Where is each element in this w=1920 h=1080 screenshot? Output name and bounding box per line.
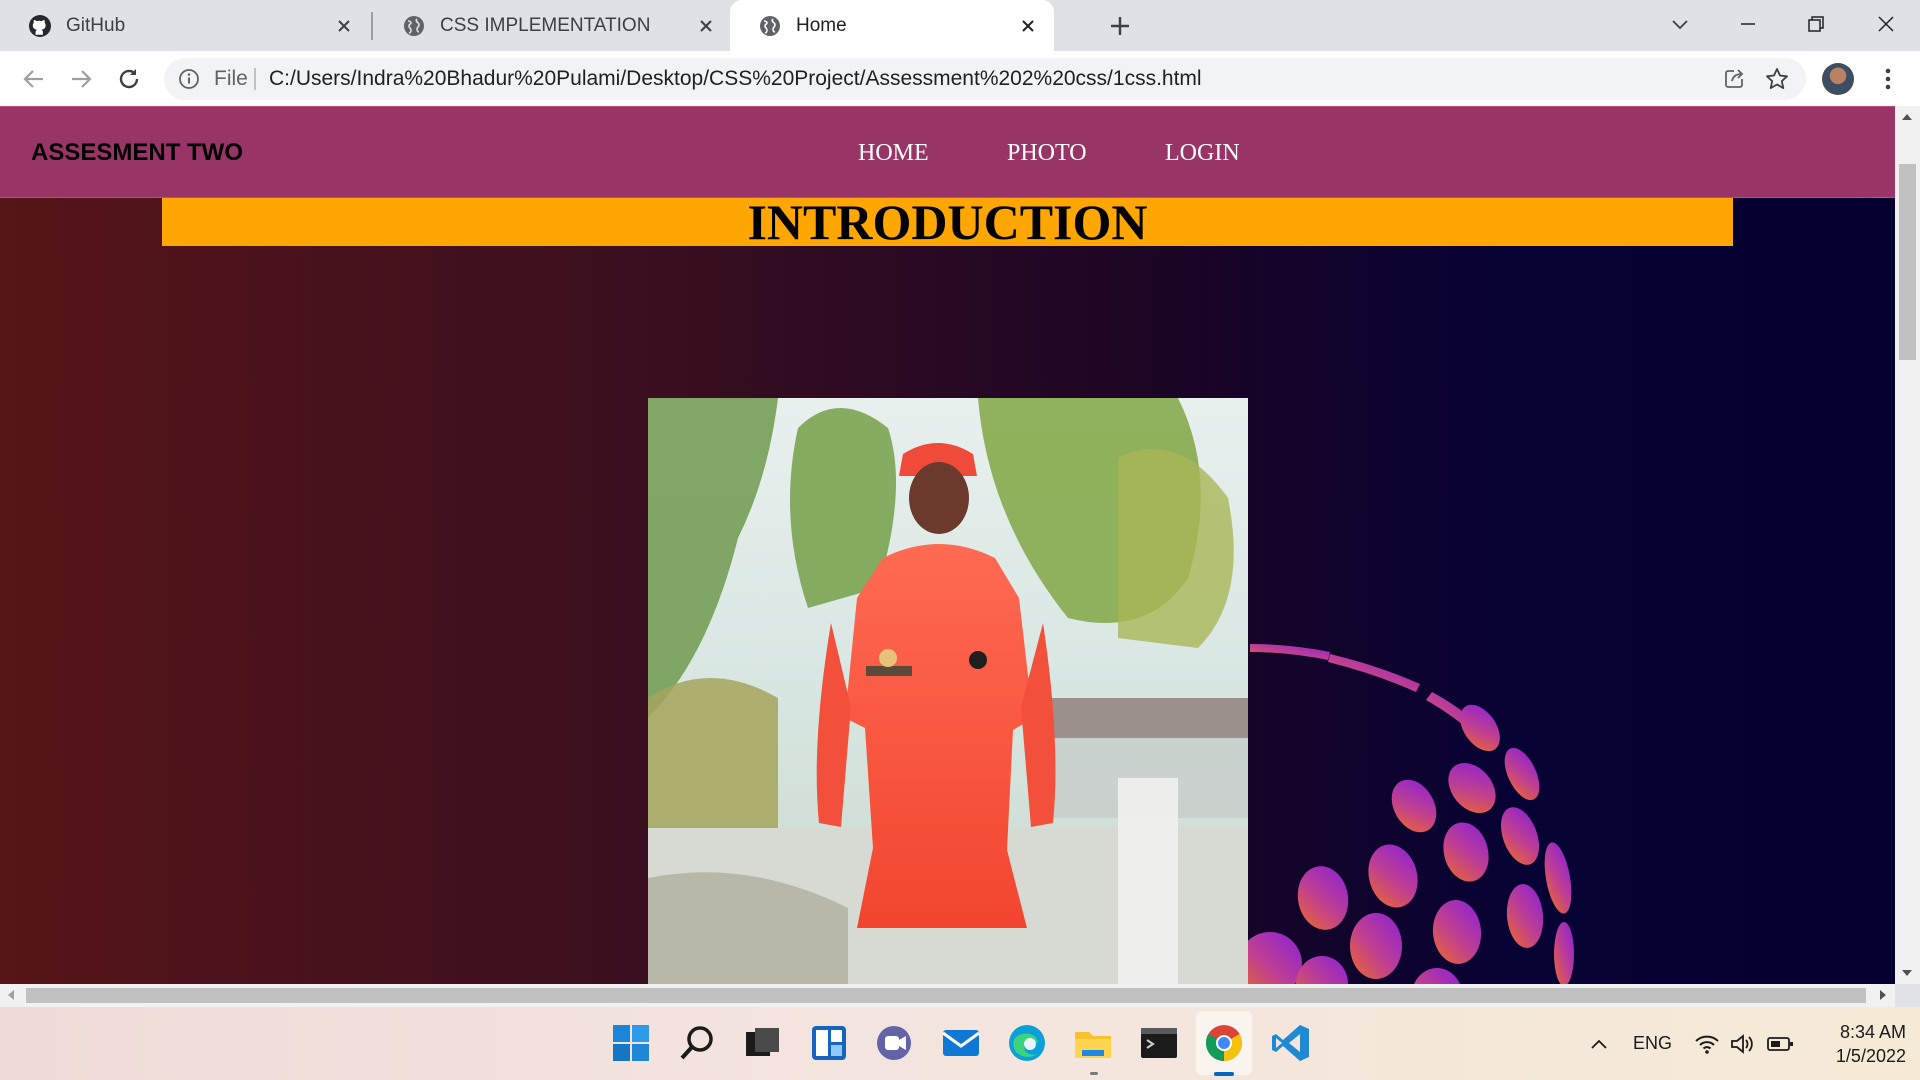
tab-search-chevron-icon[interactable] <box>1668 12 1692 36</box>
language-indicator[interactable]: ENG <box>1633 1007 1672 1080</box>
mail-icon[interactable] <box>940 1022 982 1064</box>
vscode-icon[interactable] <box>1270 1022 1312 1064</box>
terminal-icon[interactable] <box>1138 1022 1180 1064</box>
tab-title: CSS IMPLEMENTATION <box>440 15 651 36</box>
tab-title: Home <box>796 15 847 36</box>
restore-icon[interactable] <box>1804 12 1828 36</box>
address-scheme-label: File <box>214 67 248 90</box>
search-icon[interactable] <box>676 1022 718 1064</box>
teams-chat-icon[interactable] <box>873 1022 915 1064</box>
site-navbar: ASSESMENT TWO HOME PHOTO LOGIN <box>0 106 1895 198</box>
nav-link-photo[interactable]: PHOTO <box>1007 107 1087 199</box>
profile-photo <box>648 398 1248 984</box>
site-info-icon[interactable] <box>178 68 200 90</box>
battery-icon[interactable] <box>1766 1032 1794 1056</box>
new-tab-plus-icon[interactable] <box>1106 12 1134 40</box>
volume-icon[interactable] <box>1729 1032 1755 1056</box>
horizontal-scroll-thumb[interactable] <box>26 988 1866 1003</box>
scroll-down-arrow-icon[interactable] <box>1902 970 1912 976</box>
tab-css-implementation[interactable]: CSS IMPLEMENTATION <box>374 0 732 51</box>
chrome-icon[interactable] <box>1203 1022 1245 1064</box>
running-indicator <box>1090 1072 1098 1075</box>
edge-icon[interactable] <box>1006 1022 1048 1064</box>
globe-icon <box>402 14 426 38</box>
back-arrow-icon[interactable] <box>20 65 48 93</box>
file-explorer-icon[interactable] <box>1072 1022 1114 1064</box>
close-tab-icon[interactable] <box>334 16 354 36</box>
address-divider <box>254 68 256 90</box>
clock-date: 1/5/2022 <box>1835 1046 1906 1066</box>
minimize-icon[interactable] <box>1736 12 1760 36</box>
chevron-up-icon[interactable] <box>1588 1033 1610 1055</box>
introduction-banner: INTRODUCTION <box>162 194 1733 250</box>
page-viewport: ASSESMENT TWO HOME PHOTO LOGIN INTRODUCT… <box>0 106 1895 984</box>
scroll-right-arrow-icon[interactable] <box>1880 990 1886 1000</box>
reload-icon[interactable] <box>115 65 143 93</box>
tab-home[interactable]: Home <box>730 0 1054 51</box>
clock-time: 8:34 AM <box>1839 1022 1906 1042</box>
wifi-icon[interactable] <box>1694 1032 1720 1056</box>
windows-taskbar: ENG 8:34 AM 1/5/2022 <box>0 1007 1920 1080</box>
vertical-scrollbar[interactable] <box>1895 106 1920 984</box>
more-menu-icon[interactable] <box>1876 65 1900 93</box>
widgets-icon[interactable] <box>808 1022 850 1064</box>
nav-link-home[interactable]: HOME <box>858 107 929 199</box>
close-tab-icon[interactable] <box>696 16 716 36</box>
url-text[interactable]: C:/Users/Indra%20Bhadur%20Pulami/Desktop… <box>269 58 1202 100</box>
site-brand[interactable]: ASSESMENT TWO <box>31 107 243 199</box>
nav-link-login[interactable]: LOGIN <box>1165 107 1240 199</box>
vertical-scroll-thumb[interactable] <box>1899 164 1916 360</box>
globe-icon <box>758 14 782 38</box>
bookmark-star-icon[interactable] <box>1764 66 1790 92</box>
windows-start-icon[interactable] <box>610 1022 652 1064</box>
clock[interactable]: 8:34 AM 1/5/2022 <box>1806 1020 1906 1068</box>
scroll-left-arrow-icon[interactable] <box>8 990 14 1000</box>
tab-separator <box>371 12 373 40</box>
profile-avatar[interactable] <box>1822 63 1854 95</box>
horizontal-scrollbar[interactable] <box>0 984 1895 1007</box>
scroll-up-arrow-icon[interactable] <box>1902 114 1912 120</box>
task-view-icon[interactable] <box>741 1022 783 1064</box>
share-icon[interactable] <box>1722 67 1746 91</box>
address-bar[interactable]: File C:/Users/Indra%20Bhadur%20Pulami/De… <box>164 58 1806 100</box>
browser-tab-strip: GitHub CSS IMPLEMENTATION Home <box>0 0 1920 51</box>
browser-toolbar: File C:/Users/Indra%20Bhadur%20Pulami/De… <box>0 51 1920 106</box>
github-icon <box>28 14 52 38</box>
close-tab-icon[interactable] <box>1018 16 1038 36</box>
tab-title: GitHub <box>66 15 126 36</box>
close-window-icon[interactable] <box>1874 12 1898 36</box>
tab-github[interactable]: GitHub <box>0 0 370 51</box>
page-heading: INTRODUCTION <box>747 194 1148 250</box>
forward-arrow-icon[interactable] <box>67 65 95 93</box>
active-app-indicator <box>1214 1072 1234 1076</box>
